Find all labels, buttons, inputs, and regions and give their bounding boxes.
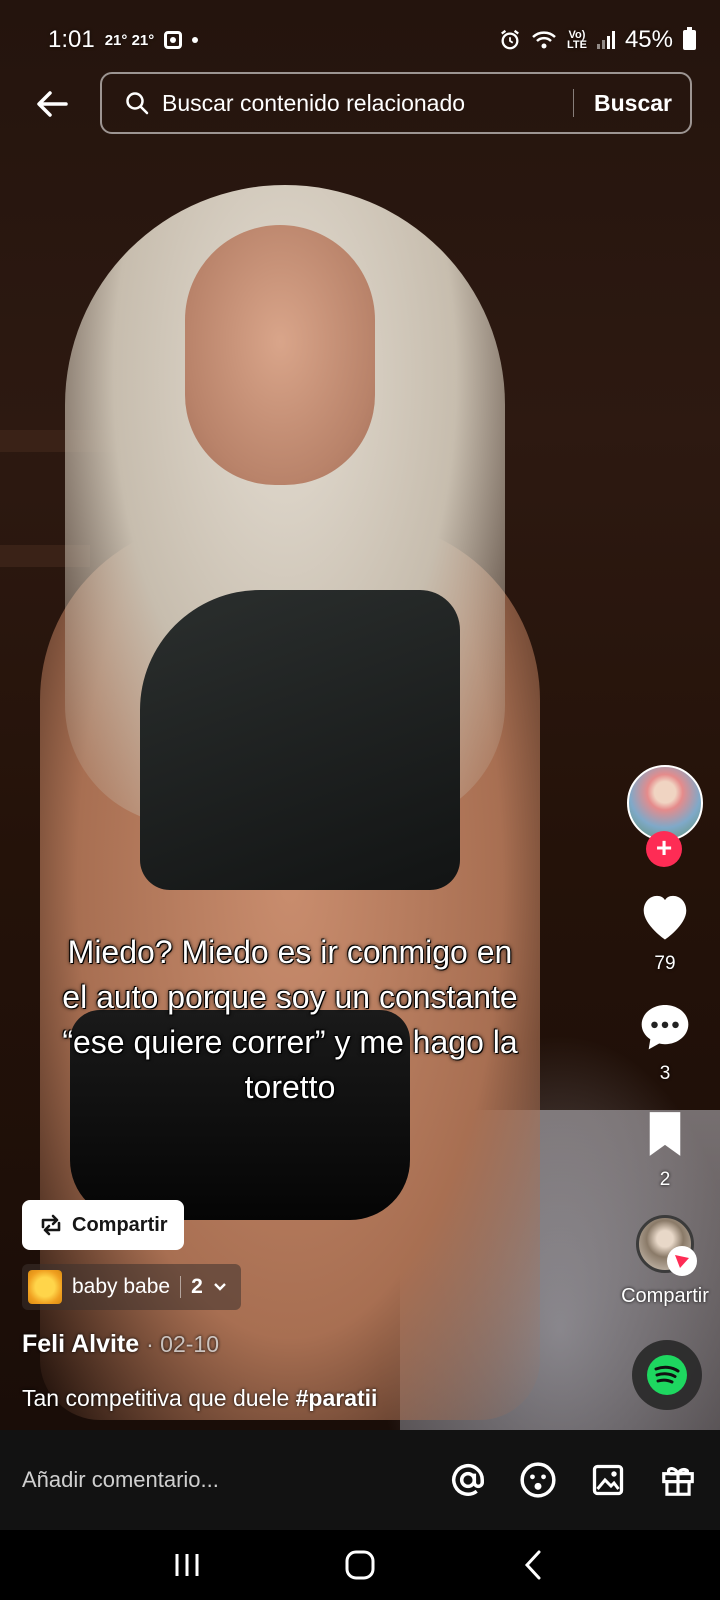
post-date: · 02-10	[146, 1331, 219, 1357]
like-button[interactable]: 79	[620, 890, 710, 975]
repost-label: Compartir	[72, 1213, 168, 1236]
back-nav-icon[interactable]	[513, 1545, 553, 1585]
battery-percent: 45%	[624, 26, 673, 53]
like-count: 79	[654, 953, 676, 974]
spotify-button[interactable]	[632, 1340, 702, 1410]
save-button[interactable]: 2	[620, 1110, 710, 1191]
status-temps: 21° 21°	[104, 31, 155, 49]
search-icon	[126, 92, 149, 115]
sound-avatar[interactable]	[636, 1215, 697, 1276]
sound-share-group[interactable]: Compartir	[620, 1215, 710, 1308]
avatar[interactable]	[627, 765, 703, 841]
signal-icon	[596, 31, 615, 49]
back-arrow-icon[interactable]	[32, 84, 72, 124]
volte-icon: Vo) LTE	[566, 29, 587, 51]
mention-icon[interactable]	[448, 1460, 488, 1500]
status-time: 1:01	[48, 26, 95, 53]
chevron-down-icon	[213, 1283, 226, 1291]
follow-button[interactable]: +	[646, 831, 682, 867]
hashtag-link[interactable]: #paratii	[296, 1385, 378, 1411]
description-text: Tan competitiva que duele	[22, 1385, 296, 1411]
alarm-icon	[501, 29, 519, 50]
video-description: Tan competitiva que duele #paratii	[22, 1385, 377, 1412]
emoji-icon[interactable]	[518, 1460, 558, 1500]
battery-icon	[683, 27, 696, 50]
playlist-count: 2	[191, 1275, 203, 1298]
video-caption: Miedo? Miedo es ir conmigo en el auto po…	[62, 934, 518, 1105]
comment-input[interactable]: Añadir comentario...	[22, 1467, 418, 1493]
notification-icon	[164, 31, 183, 49]
recents-icon[interactable]	[167, 1545, 207, 1585]
comment-button[interactable]: 3	[620, 1000, 710, 1085]
share-badge	[667, 1246, 697, 1276]
playlist-thumbnail	[28, 1270, 62, 1304]
comment-icon[interactable]	[637, 1000, 693, 1052]
image-icon[interactable]	[588, 1460, 628, 1500]
search-divider	[573, 89, 575, 117]
repost-button[interactable]: Compartir	[22, 1200, 184, 1250]
comment-bar: Añadir comentario...	[0, 1430, 720, 1530]
comment-count: 3	[659, 1063, 671, 1084]
playlist-name: baby babe	[72, 1275, 171, 1298]
heart-icon[interactable]	[636, 890, 694, 942]
playlist-chip[interactable]: baby babe 2	[22, 1264, 241, 1310]
playlist-divider	[180, 1276, 182, 1298]
person-top	[140, 590, 460, 890]
send-icon	[675, 1255, 689, 1268]
wifi-icon	[532, 31, 556, 49]
home-icon[interactable]	[340, 1545, 380, 1585]
search-input[interactable]: Buscar contenido relacionado	[162, 90, 573, 117]
share-label[interactable]: Compartir	[600, 1285, 720, 1308]
bookmark-icon[interactable]	[645, 1110, 685, 1158]
save-count: 2	[659, 1169, 671, 1190]
system-nav-bar	[0, 1530, 720, 1600]
gift-icon[interactable]	[658, 1460, 698, 1500]
author-name[interactable]: Feli Alvite	[22, 1330, 139, 1358]
creator-avatar-group[interactable]: +	[620, 765, 710, 867]
more-notifications-dot	[192, 37, 199, 43]
repost-icon	[41, 1214, 61, 1236]
search-button[interactable]: Buscar	[594, 90, 672, 117]
spotify-icon	[647, 1355, 687, 1395]
search-bar[interactable]: Buscar contenido relacionado Buscar	[100, 72, 692, 134]
person-face	[185, 225, 375, 485]
author-line: Feli Alvite · 02-10	[22, 1330, 219, 1359]
status-bar: 1:01 21° 21° Vo) LTE 45%	[0, 20, 720, 60]
